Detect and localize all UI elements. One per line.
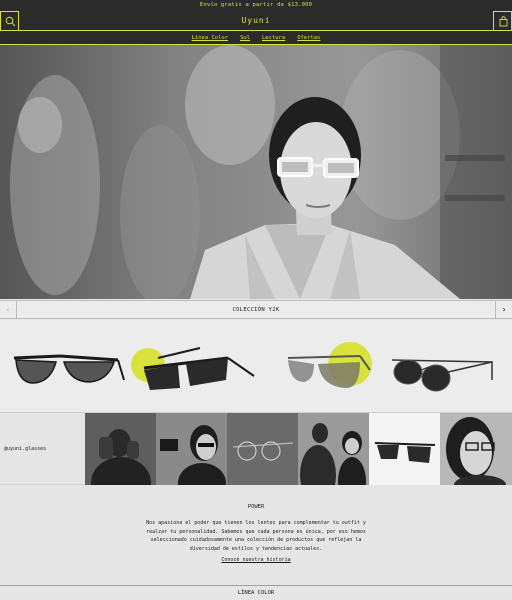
product-carousel xyxy=(0,320,512,412)
product-card[interactable] xyxy=(256,320,384,412)
instagram-post[interactable] xyxy=(85,413,156,485)
nav-item-linea-color[interactable]: Línea Color xyxy=(192,31,228,44)
product-card[interactable] xyxy=(384,320,512,412)
product-card[interactable] xyxy=(128,320,256,412)
photo xyxy=(369,413,440,485)
photo xyxy=(85,413,156,485)
chevron-right-icon: › xyxy=(501,305,507,314)
story-link[interactable]: Conocé nuestra historia xyxy=(0,557,512,563)
nav-item-lectura[interactable]: Lectura xyxy=(262,31,285,44)
instagram-handle[interactable]: @uyuni.glasses xyxy=(4,413,46,486)
carousel-next-button[interactable]: › xyxy=(495,301,512,319)
section-heading: POWER xyxy=(247,504,265,510)
cart-button[interactable] xyxy=(493,11,512,31)
about-section: POWER Nos apasiona el poder que tienen l… xyxy=(0,486,512,584)
sunglasses-image xyxy=(391,359,493,392)
photo xyxy=(298,413,369,485)
instagram-post[interactable] xyxy=(440,413,512,485)
sunglasses-image xyxy=(131,347,255,390)
collection-title: COLECCIÓN Y2K xyxy=(232,307,280,313)
hero-image xyxy=(0,45,512,299)
nav-item-sol[interactable]: Sol xyxy=(240,31,250,44)
sunglasses-image xyxy=(13,354,125,384)
instagram-feed: @uyuni.glasses xyxy=(0,412,512,485)
photo xyxy=(227,413,298,485)
collection-carousel-header: ‹ COLECCIÓN Y2K › xyxy=(0,300,512,319)
header: Uyuni xyxy=(0,11,512,31)
about-text: Nos apasiona el poder que tienen los len… xyxy=(146,520,366,552)
nav-item-ofertas[interactable]: Ofertas xyxy=(297,31,320,44)
bag-icon xyxy=(499,16,508,27)
instagram-post[interactable] xyxy=(369,413,440,485)
announcement-bar: Envío gratis a partir de $13.000 xyxy=(0,0,512,11)
instagram-post[interactable] xyxy=(227,413,298,485)
product-card[interactable] xyxy=(0,320,128,412)
instagram-post[interactable] xyxy=(156,413,227,485)
brand-logo[interactable]: Uyuni xyxy=(0,11,512,31)
section-header-linea-color: LÍNEA COLOR xyxy=(0,585,512,600)
sunglasses-image xyxy=(287,342,372,388)
main-nav: Línea Color Sol Lectura Ofertas xyxy=(0,31,512,45)
photo xyxy=(440,413,512,485)
instagram-post[interactable] xyxy=(298,413,369,485)
photo xyxy=(156,413,227,485)
